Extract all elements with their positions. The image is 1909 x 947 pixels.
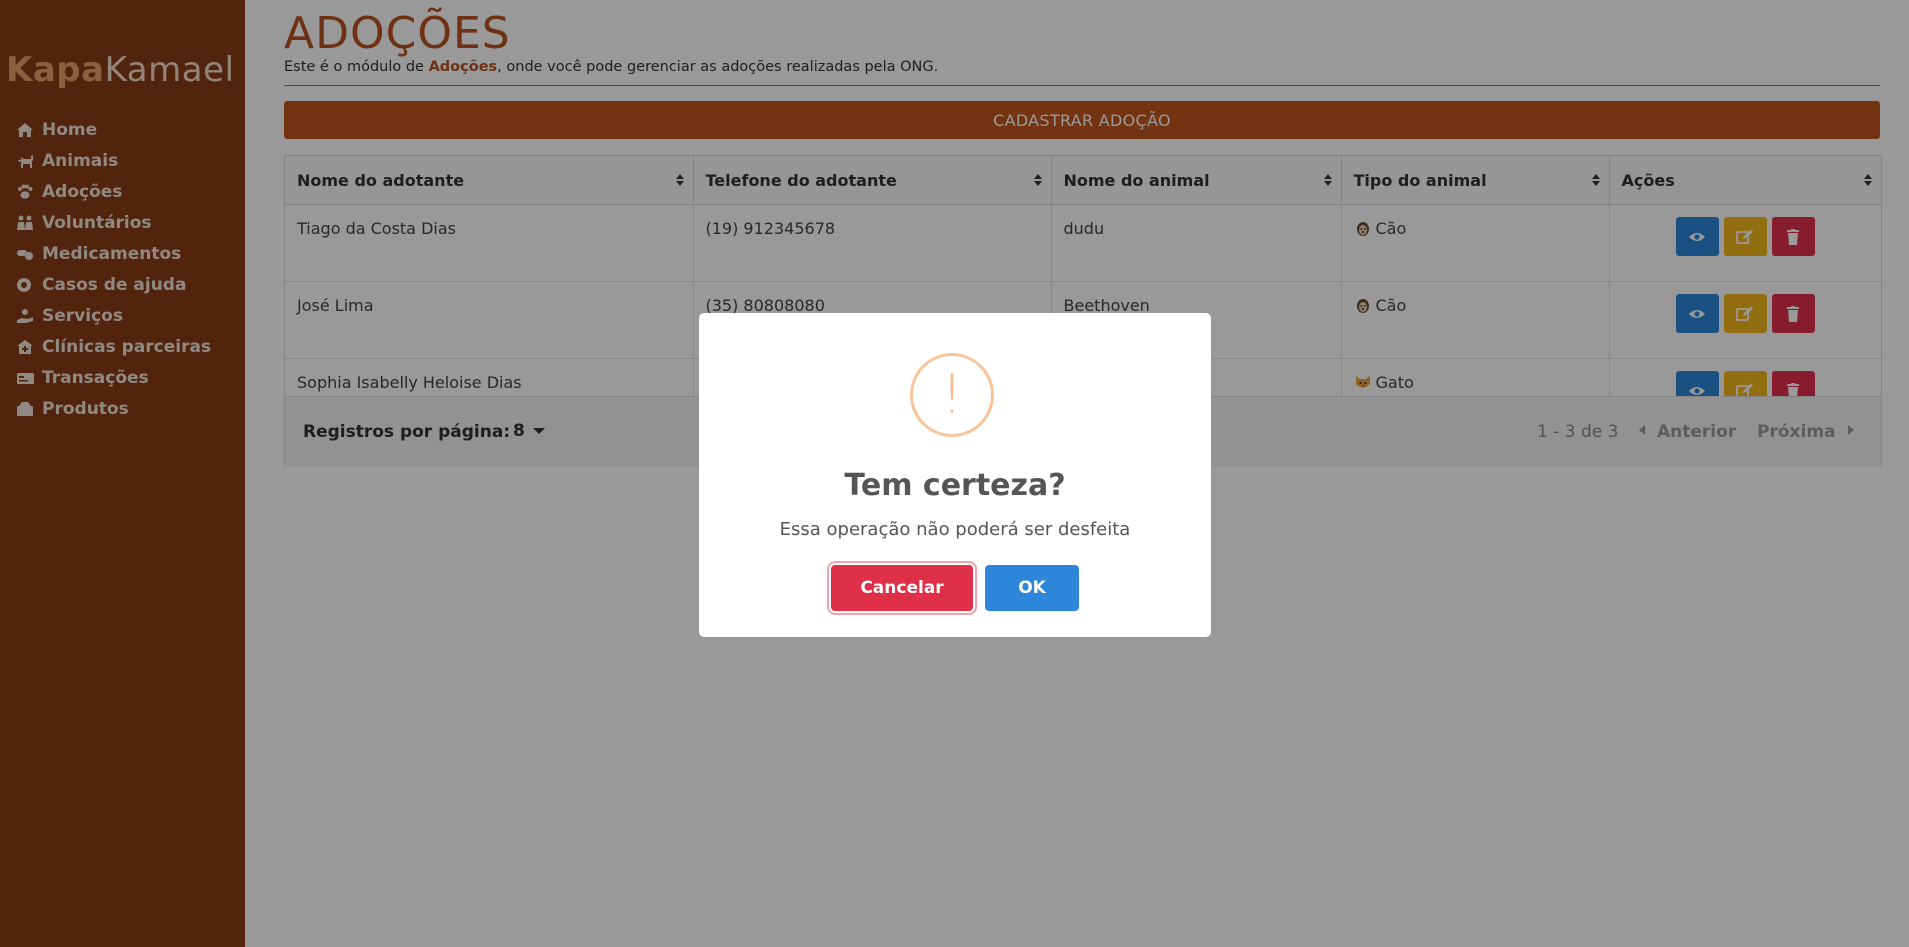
dialog-title: Tem certeza?	[844, 468, 1066, 503]
cancel-button[interactable]: Cancelar	[831, 565, 973, 611]
modal-backdrop[interactable]: ! Tem certeza? Essa operação não poderá …	[0, 0, 1909, 947]
ok-button[interactable]: OK	[985, 565, 1079, 611]
dialog-message: Essa operação não poderá ser desfeita	[779, 519, 1131, 540]
warning-icon: !	[910, 353, 994, 437]
confirm-dialog: ! Tem certeza? Essa operação não poderá …	[699, 313, 1211, 637]
